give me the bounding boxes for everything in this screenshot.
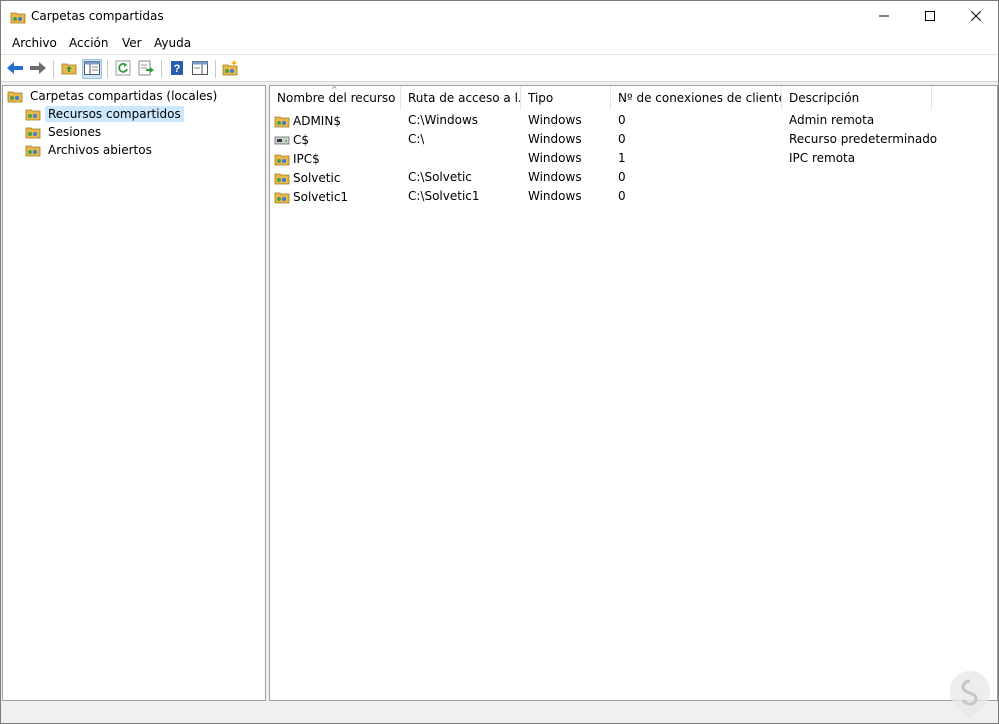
tree-item-label: Archivos abiertos <box>48 143 152 157</box>
table-row[interactable]: C$ C:\ Windows 0 Recurso predeterminado <box>270 130 997 149</box>
row-path-cell: C:\Solvetic1 <box>408 189 480 203</box>
properties-pane-icon <box>192 60 208 78</box>
toolbar: ? <box>1 54 998 82</box>
menu-bar: Archivo Acción Ver Ayuda <box>1 32 998 54</box>
shared-folder-icon <box>25 106 41 122</box>
shared-folder-icon <box>274 151 290 167</box>
row-type-cell: Windows <box>528 151 582 165</box>
back-button[interactable] <box>5 59 25 79</box>
shared-folder-icon <box>7 88 23 104</box>
table-row[interactable]: IPC$ Windows 1 IPC remota <box>270 149 997 168</box>
export-list-button[interactable] <box>136 59 156 79</box>
list-pane[interactable]: ^ Nombre del recurso Ruta de acceso a l.… <box>269 85 998 701</box>
menu-accion[interactable]: Acción <box>69 36 108 50</box>
row-name-cell: C$ <box>274 132 309 148</box>
close-icon <box>970 10 982 24</box>
row-connections-cell: 0 <box>618 132 626 146</box>
shared-folder-icon <box>25 142 41 158</box>
close-button[interactable] <box>953 1 999 32</box>
menu-ver[interactable]: Ver <box>122 36 142 50</box>
title-bar[interactable]: Carpetas compartidas <box>1 1 998 32</box>
row-name-cell: Solvetic <box>274 170 340 186</box>
minimize-button[interactable] <box>861 1 907 32</box>
row-description-cell: Recurso predeterminado <box>789 132 938 146</box>
export-list-icon <box>138 60 154 79</box>
up-level-button[interactable] <box>59 59 79 79</box>
shared-folder-icon <box>274 189 290 205</box>
shared-folders-window: Carpetas compartidas Archivo Acción Ver … <box>0 0 999 724</box>
column-header-path[interactable]: Ruta de acceso a l... <box>401 86 521 110</box>
tree-item-root[interactable]: Carpetas compartidas (locales) <box>7 87 220 105</box>
tree-item-label: Recursos compartidos <box>45 106 184 122</box>
maximize-button[interactable] <box>907 1 953 32</box>
drive-share-icon <box>274 132 290 148</box>
toolbar-separator <box>215 60 216 78</box>
table-row[interactable]: Solvetic C:\Solvetic Windows 0 <box>270 168 997 187</box>
row-type-cell: Windows <box>528 113 582 127</box>
shared-folder-icon <box>274 113 290 129</box>
row-connections-cell: 0 <box>618 170 626 184</box>
refresh-button[interactable] <box>113 59 133 79</box>
column-header-name[interactable]: ^ Nombre del recurso <box>270 86 401 110</box>
row-description-cell: Admin remota <box>789 113 875 127</box>
tree-item-label: Carpetas compartidas (locales) <box>30 89 218 103</box>
back-arrow-icon <box>6 60 24 79</box>
refresh-icon <box>115 60 131 79</box>
window-title: Carpetas compartidas <box>31 9 164 23</box>
row-path-cell: C:\ <box>408 132 425 146</box>
help-button[interactable]: ? <box>167 59 187 79</box>
row-type-cell: Windows <box>528 170 582 184</box>
up-folder-icon <box>61 60 77 79</box>
shared-folder-app-icon <box>10 9 26 28</box>
svg-text:?: ? <box>174 63 181 75</box>
tree-pane[interactable]: Carpetas compartidas (locales) Recursos … <box>2 85 266 701</box>
column-header-connections[interactable]: Nº de conexiones de cliente <box>611 86 782 110</box>
column-header-description[interactable]: Descripción <box>782 86 932 110</box>
toolbar-separator <box>161 60 162 78</box>
forward-button[interactable] <box>28 59 48 79</box>
row-path-cell: C:\Solvetic <box>408 170 472 184</box>
toolbar-separator <box>53 60 54 78</box>
shared-folder-icon <box>274 170 290 186</box>
row-name-cell: IPC$ <box>274 151 320 167</box>
row-name-cell: ADMIN$ <box>274 113 341 129</box>
tree-item-label: Sesiones <box>48 125 102 139</box>
row-path-cell: C:\Windows <box>408 113 479 127</box>
menu-ayuda[interactable]: Ayuda <box>154 36 191 50</box>
forward-arrow-icon <box>29 60 47 79</box>
new-share-icon <box>222 59 238 79</box>
show-hide-tree-button[interactable] <box>82 59 102 79</box>
row-connections-cell: 1 <box>618 151 626 165</box>
tree-item-recursos-compartidos[interactable]: Recursos compartidos <box>25 105 184 123</box>
help-icon: ? <box>169 60 185 79</box>
column-header-type[interactable]: Tipo <box>521 86 611 110</box>
toolbar-separator <box>107 60 108 78</box>
show-hide-tree-icon <box>84 60 100 78</box>
menu-archivo[interactable]: Archivo <box>12 36 57 50</box>
properties-pane-button[interactable] <box>190 59 210 79</box>
minimize-icon <box>879 10 889 24</box>
sort-ascending-icon: ^ <box>331 86 338 94</box>
new-share-button[interactable] <box>220 59 240 79</box>
status-bar <box>1 702 998 723</box>
shared-folder-icon <box>25 124 41 140</box>
tree-item-archivos-abiertos[interactable]: Archivos abiertos <box>25 141 155 159</box>
table-row[interactable]: ADMIN$ C:\Windows Windows 0 Admin remota <box>270 111 997 130</box>
row-connections-cell: 0 <box>618 113 626 127</box>
row-name-cell: Solvetic1 <box>274 189 348 205</box>
row-type-cell: Windows <box>528 132 582 146</box>
row-description-cell: IPC remota <box>789 151 856 165</box>
watermark-logo <box>946 669 994 721</box>
maximize-icon <box>925 10 935 24</box>
row-type-cell: Windows <box>528 189 582 203</box>
tree-item-sesiones[interactable]: Sesiones <box>25 123 104 141</box>
table-row[interactable]: Solvetic1 C:\Solvetic1 Windows 0 <box>270 187 997 206</box>
row-connections-cell: 0 <box>618 189 626 203</box>
